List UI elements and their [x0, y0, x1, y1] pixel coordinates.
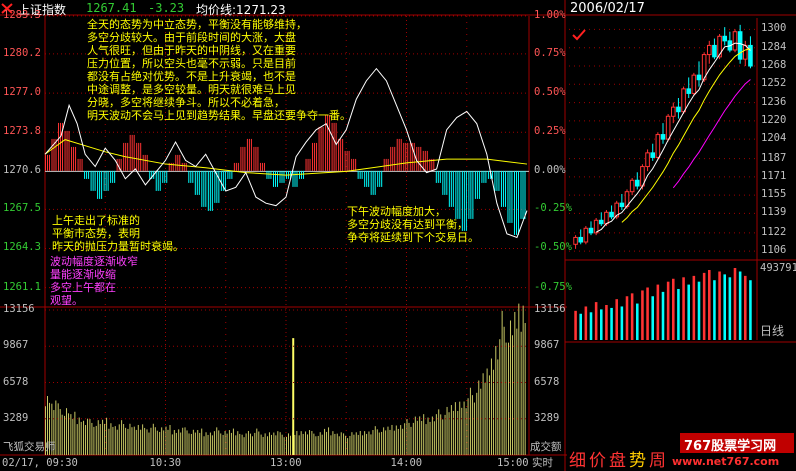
- time-tick: 13:00: [270, 457, 302, 469]
- price-tick: 1267.5: [3, 202, 41, 215]
- candle-body: [598, 219, 604, 225]
- percent-tick: 0.50%: [534, 86, 566, 99]
- logo-char: 价: [589, 451, 606, 471]
- percent-tick: -0.25%: [534, 202, 572, 215]
- price-tick: 1273.8: [3, 125, 41, 138]
- candle-body: [650, 152, 656, 158]
- brand-banner[interactable]: 767股票学习网: [680, 433, 794, 454]
- current-price: 1267.41: [86, 1, 137, 15]
- candle-body: [660, 134, 666, 140]
- daily-price-tick: 1139: [761, 206, 787, 219]
- candle-body: [588, 227, 594, 234]
- price-tick: 1280.2: [3, 46, 41, 59]
- volume-tick: 6578: [3, 375, 29, 388]
- time-tick: 02/17, 09:30: [2, 457, 78, 469]
- percent-tick: 0.75%: [534, 46, 566, 59]
- daily-price-tick: 1300: [761, 22, 787, 35]
- candle-body: [722, 35, 728, 42]
- brand-title: 767股票学习网: [684, 439, 777, 454]
- candle-body: [742, 44, 748, 60]
- candle-body: [732, 31, 738, 51]
- candle-body: [665, 115, 671, 140]
- candle-body: [629, 179, 635, 193]
- candle-body: [634, 179, 640, 187]
- percent-tick: 0.25%: [534, 125, 566, 138]
- candle-body: [691, 74, 697, 94]
- price-tick: 1283.3: [3, 9, 41, 21]
- daily-price-tick: 1171: [761, 169, 787, 182]
- candle-body: [604, 211, 609, 225]
- volume-tick: 6578: [534, 375, 560, 388]
- time-tick: 14:00: [390, 457, 423, 469]
- daily-price-tick: 1122: [761, 225, 787, 238]
- percent-tick: 0.00%: [534, 164, 566, 177]
- software-name: 飞狐交易师: [3, 441, 56, 453]
- avg-price-label: 均价线:1271.23: [196, 3, 286, 17]
- price-tick: 1277.0: [3, 86, 41, 99]
- candle-body: [696, 74, 702, 81]
- candle-body: [670, 106, 676, 117]
- candle-body: [578, 236, 584, 243]
- daily-price-tick: 1236: [761, 95, 787, 108]
- daily-price-tick: 1187: [761, 151, 787, 164]
- logo-char: 细: [569, 451, 586, 471]
- candle-body: [655, 134, 661, 158]
- daily-price-tick: 1252: [761, 77, 787, 90]
- annotation-afternoon: 下午波动幅度加大， 多空分歧没有达到平衡， 争夺将延续到下个交易日。: [347, 205, 479, 244]
- percent-tick: -0.50%: [534, 241, 572, 254]
- daily-price-tick: 1220: [761, 113, 787, 126]
- candle-body: [619, 202, 625, 208]
- percent-tick: 1.00%: [534, 9, 566, 21]
- volume-tick: 9867: [3, 339, 29, 352]
- daily-price-tick: 1284: [761, 40, 787, 53]
- time-tick: 10:30: [149, 457, 182, 469]
- price-tick: 1270.6: [3, 164, 41, 177]
- daily-date: 2006/02/17: [570, 1, 645, 16]
- daily-price-tick: 1106: [761, 244, 787, 257]
- ma5-line: [595, 42, 751, 233]
- volume-tick: 13156: [3, 303, 35, 315]
- daily-price-tick: 1204: [761, 132, 787, 145]
- candle-body: [737, 31, 743, 60]
- candle-body: [573, 236, 578, 245]
- candle-body: [706, 44, 712, 56]
- volume-tick: 3289: [3, 411, 29, 424]
- candle-body: [686, 88, 692, 94]
- candle-body: [609, 211, 614, 218]
- candle-body: [712, 44, 717, 58]
- volume-tick: 13156: [534, 303, 566, 315]
- daily-price-tick: 1268: [761, 59, 787, 71]
- candle-body: [681, 88, 686, 113]
- stock-chart-window: 上证指数 1267.41 -3.23 均价线:1271.23 2006/02/1…: [0, 0, 796, 471]
- price-change: -3.23: [148, 1, 185, 15]
- daily-volume-max: 493791: [760, 262, 796, 274]
- candle-body: [645, 152, 650, 168]
- logo-char: 盘: [609, 451, 626, 471]
- daily-price-tick: 1155: [761, 188, 787, 201]
- brand-url[interactable]: www.net767.com: [672, 455, 779, 468]
- price-tick: 1261.1: [3, 280, 41, 293]
- volume-unit-label: 成交额: [530, 441, 562, 453]
- annotation-main: 全天的态势为中立态势，平衡没有能够维持， 多空分歧较大。由于前段时间的大涨，大盘…: [87, 18, 351, 122]
- annotation-morning: 上午走出了标准的 平衡市态势，表明 昨天的抛压力量暂时衰竭。: [52, 214, 184, 253]
- percent-tick: -0.75%: [534, 280, 572, 293]
- period-label[interactable]: 日线: [760, 322, 784, 339]
- logo-char: 周: [649, 451, 666, 471]
- candle-body: [583, 227, 589, 243]
- annotation-volume: 波动幅度逐渐收窄 量能逐渐收缩 多空上午都在 观望。: [50, 255, 138, 307]
- realtime-label: 实时: [532, 457, 553, 469]
- time-tick: 15:00: [497, 457, 529, 469]
- logo-char: 势: [629, 451, 646, 471]
- ma10-line: [621, 48, 751, 223]
- volume-tick: 9867: [534, 339, 560, 352]
- candle-body: [676, 106, 681, 113]
- price-tick: 1264.3: [3, 241, 41, 254]
- volume-tick: 3289: [534, 411, 560, 424]
- checkmark-icon: [572, 26, 586, 41]
